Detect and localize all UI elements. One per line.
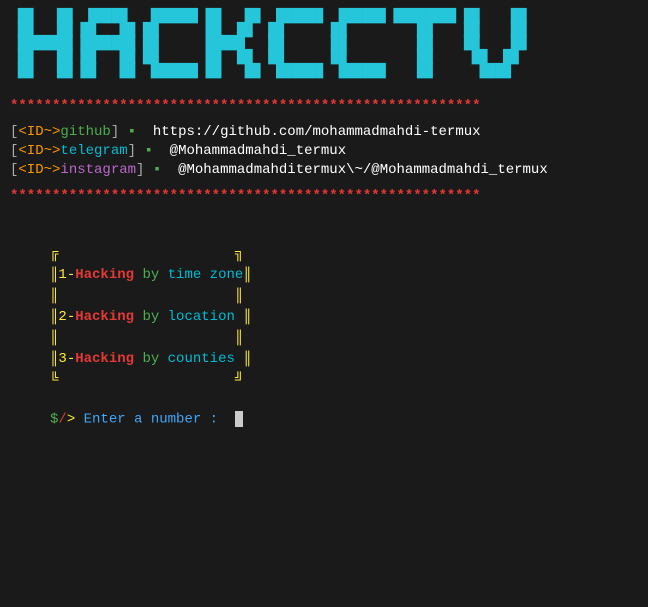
ascii-banner: ██ ██ █████ ██████ ██ ██ ██████ ██████ █… — [10, 10, 638, 78]
info-section: [<ID~>github] ▪ https://github.com/moham… — [10, 124, 638, 178]
menu-box: ╔ ╗ ║1-Hacking by time zone║ ║ ║ ║2-Hack… — [50, 244, 252, 391]
divider-bottom: ****************************************… — [10, 188, 638, 204]
menu-item-2[interactable]: ║2-Hacking by location ║ — [50, 307, 252, 328]
telegram-line: [<ID~>telegram] ▪ @Mohammadmahdi_termux — [10, 143, 638, 159]
divider-top: ****************************************… — [10, 98, 638, 114]
instagram-line: [<ID~>instagram] ▪ @Mohammadmahditermux\… — [10, 162, 638, 178]
cursor-icon — [235, 411, 243, 427]
menu-item-1[interactable]: ║1-Hacking by time zone║ — [50, 265, 252, 286]
menu-item-3[interactable]: ║3-Hacking by counties ║ — [50, 349, 252, 370]
prompt-line[interactable]: $/> Enter a number : — [50, 411, 638, 428]
menu-section: ╔ ╗ ║1-Hacking by time zone║ ║ ║ ║2-Hack… — [50, 244, 638, 391]
github-line: [<ID~>github] ▪ https://github.com/moham… — [10, 124, 638, 140]
